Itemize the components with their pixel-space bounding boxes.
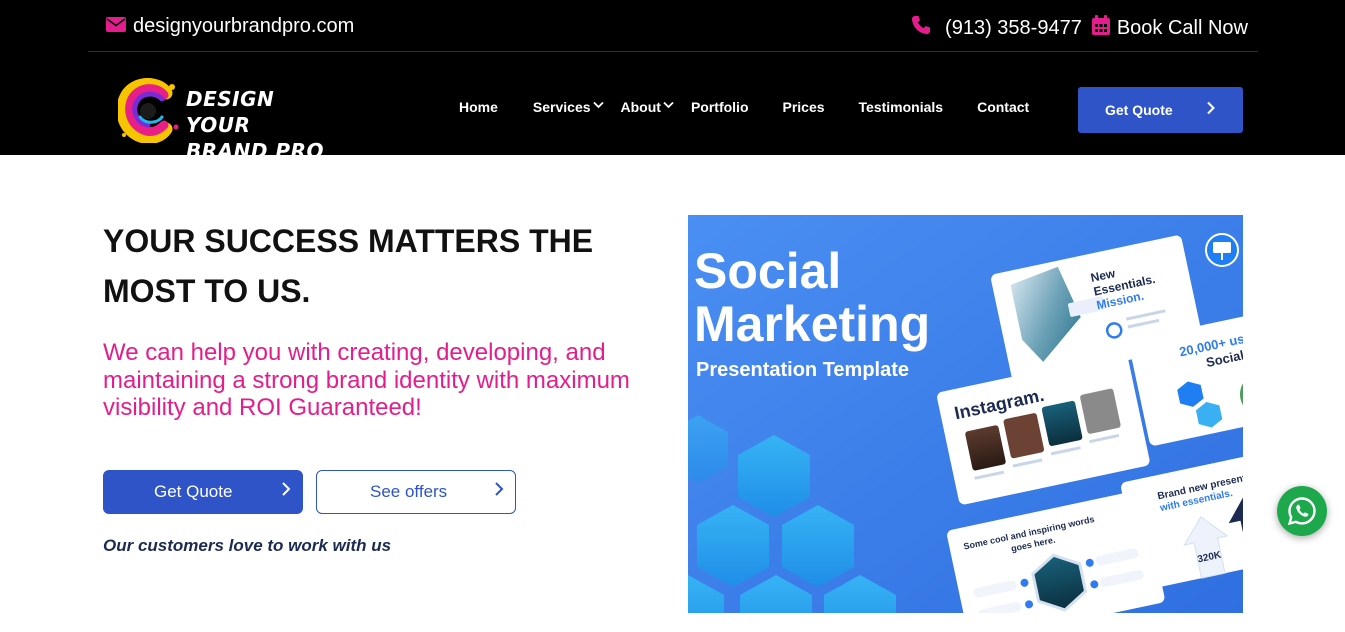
header-get-quote-button[interactable]: Get Quote (1078, 87, 1243, 133)
hero-subtitle: We can help you with creating, developin… (103, 339, 630, 421)
nav-item-about[interactable]: About (621, 99, 674, 115)
nav-item-home[interactable]: Home (459, 99, 498, 115)
hero-headline-line-2: MOST TO US. (103, 273, 311, 309)
calendar-icon (1091, 15, 1110, 41)
chevron-down-icon (663, 101, 674, 109)
email-text: designyourbrandpro.com (133, 15, 355, 37)
nav-item-label: About (620, 99, 661, 115)
hero-headline: YOUR SUCCESS MATTERS THE MOST TO US. (103, 216, 663, 316)
whatsapp-chat-button[interactable] (1277, 486, 1327, 536)
phone-icon (911, 15, 931, 41)
email-link[interactable]: designyourbrandpro.com (106, 15, 354, 38)
hero-image-subtitle: Presentation Template (696, 359, 909, 381)
keynote-icon (1205, 233, 1239, 267)
brand-logo-mark (118, 78, 179, 143)
whatsapp-icon (1287, 497, 1316, 526)
nav-item-portfolio[interactable]: Portfolio (691, 99, 749, 115)
brand-logo-text: DESIGN YOUR BRAND PRO (186, 86, 333, 164)
site-header: designyourbrandpro.com (913) 358-9477 Bo… (0, 0, 1345, 163)
hero-headline-line-1: YOUR SUCCESS MATTERS THE (103, 223, 594, 259)
customers-tagline: Our customers love to work with us (103, 536, 392, 555)
hero-image-title-2: Marketing (694, 296, 930, 352)
get-quote-label: Get Quote (154, 482, 233, 501)
see-offers-button[interactable]: See offers (316, 470, 516, 514)
phone-number[interactable]: (913) 358-9477 (945, 17, 1082, 40)
contact-links: (913) 358-9477 Book Call Now (911, 15, 1248, 41)
hero-image-artwork: Social Marketing Presentation Template N… (688, 215, 1243, 613)
nav-item-label: Services (532, 99, 591, 115)
nav-item-contact[interactable]: Contact (977, 99, 1029, 115)
see-offers-label: See offers (370, 482, 448, 501)
chevron-right-icon (495, 482, 504, 496)
nav-item-label: Prices (782, 99, 825, 115)
nav-item-label: Home (459, 99, 498, 115)
get-quote-button[interactable]: Get Quote (103, 470, 303, 514)
main-nav: Home Services About Portfolio Prices Tes… (447, 99, 1029, 115)
hero-image-title-1: Social (694, 243, 841, 299)
logo-line-1: DESIGN YOUR (186, 87, 275, 137)
nav-item-label: Testimonials (858, 99, 944, 115)
chevron-right-icon (282, 482, 291, 496)
logo-line-2: BRAND PRO (186, 139, 324, 163)
top-bar: designyourbrandpro.com (913) 358-9477 Bo… (88, 0, 1258, 52)
envelope-icon (106, 15, 126, 38)
header-get-quote-label: Get Quote (1105, 102, 1173, 118)
chevron-right-icon (1207, 101, 1215, 115)
nav-item-testimonials[interactable]: Testimonials (859, 99, 944, 115)
social-marketing-hero-image: Social Marketing Presentation Template N… (688, 215, 1243, 613)
nav-item-prices[interactable]: Prices (783, 99, 825, 115)
nav-item-label: Portfolio (690, 99, 749, 115)
chevron-down-icon (592, 101, 604, 109)
book-call-link[interactable]: Book Call Now (1117, 17, 1248, 40)
nav-item-services[interactable]: Services (533, 99, 604, 115)
nav-item-label: Contact (977, 99, 1030, 115)
brand-logo[interactable]: DESIGN YOUR BRAND PRO (118, 77, 333, 163)
